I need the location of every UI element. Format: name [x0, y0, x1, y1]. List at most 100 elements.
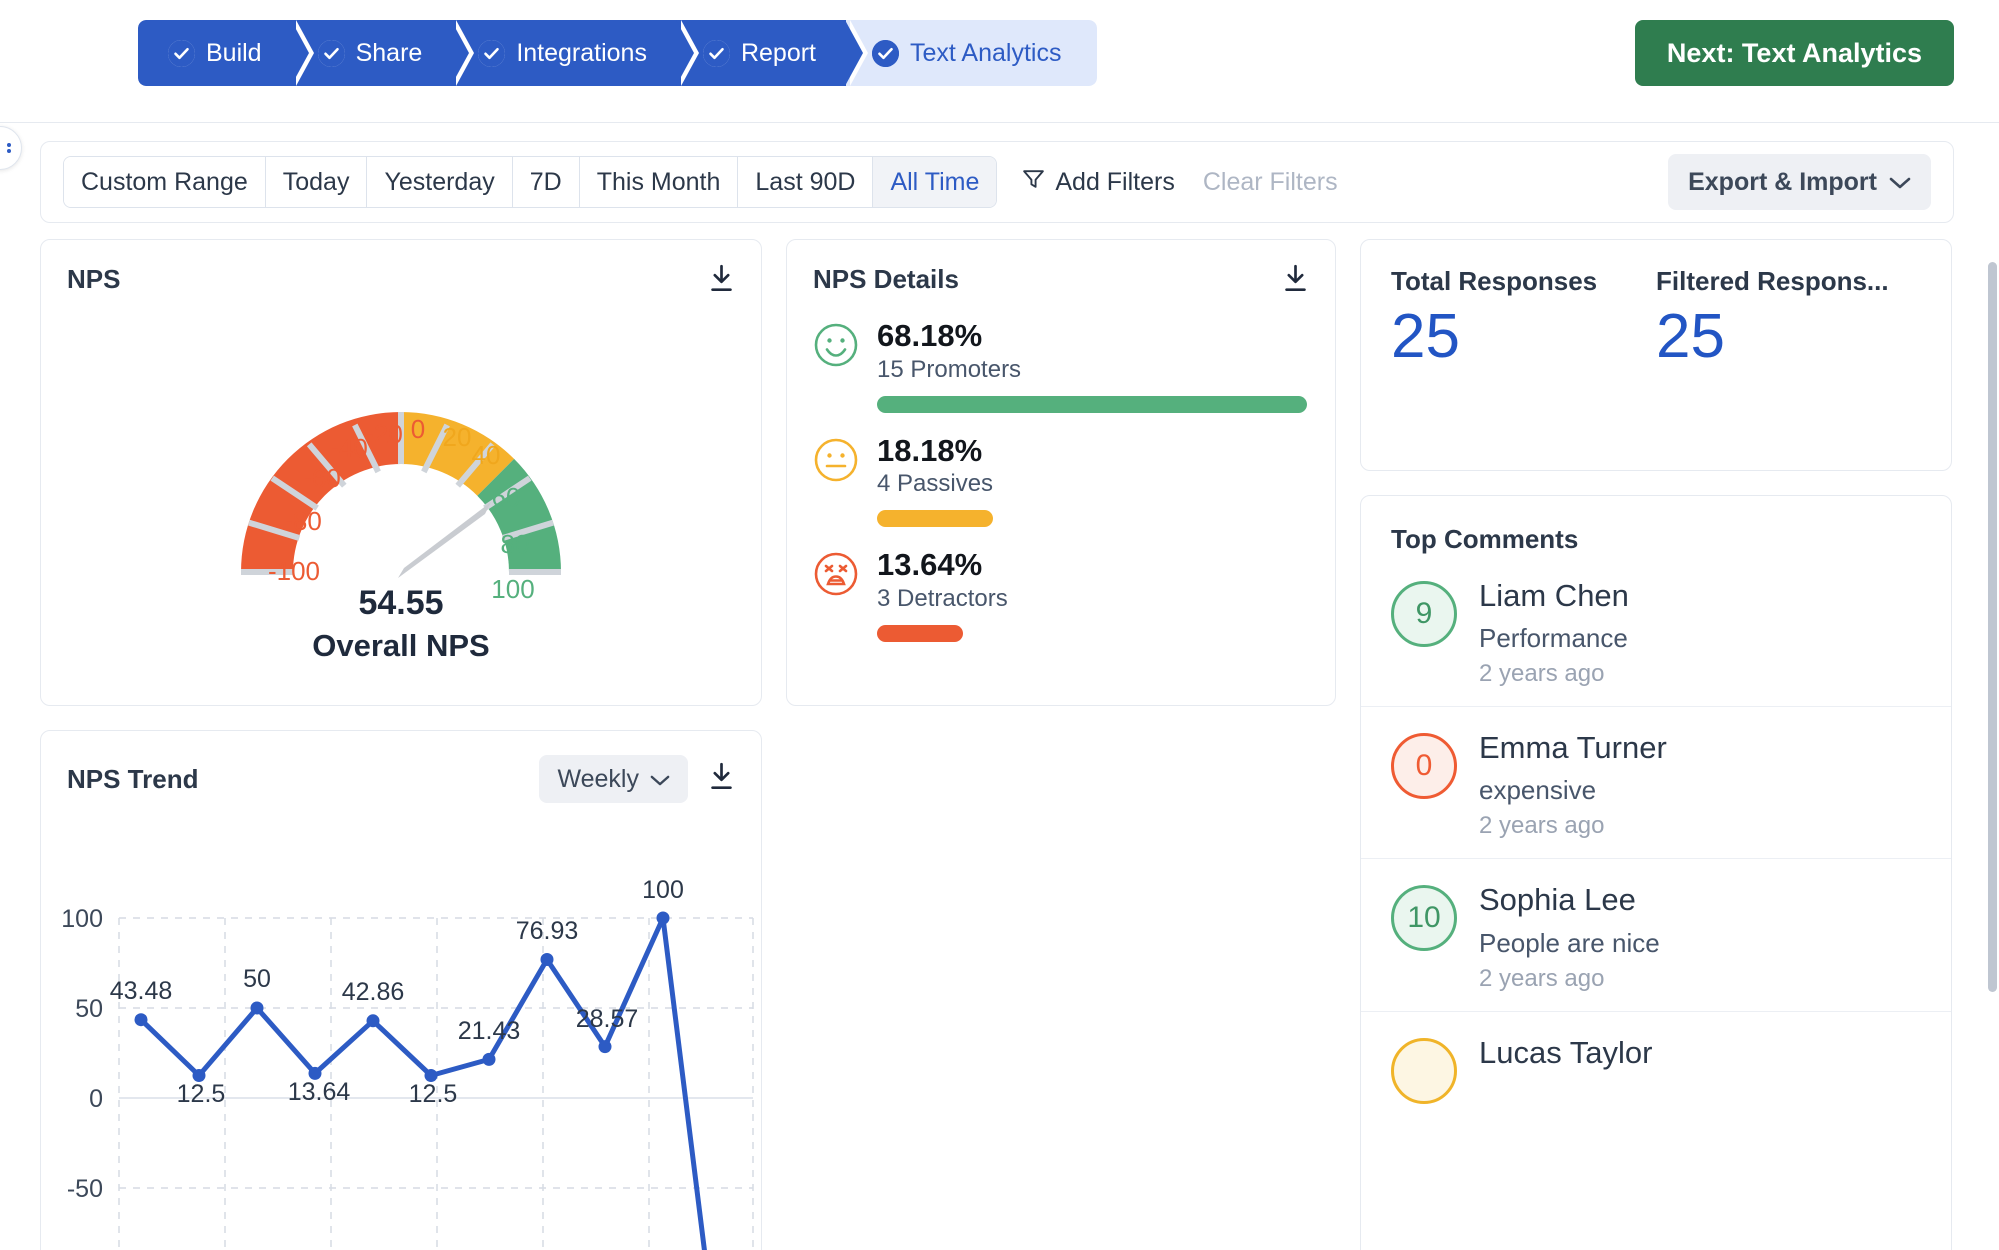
nps-card-title: NPS	[67, 264, 121, 294]
dashboard-main: NPS -100 -80 -60 -40 -20 0 20 40 60 80 1…	[40, 239, 1954, 1250]
export-import-label: Export & Import	[1688, 167, 1877, 196]
smiley-face-icon	[813, 322, 859, 413]
gauge-caption: Overall NPS	[312, 628, 489, 662]
comment-text: expensive	[1479, 775, 1597, 806]
promoters-count: 15 Promoters	[877, 355, 1022, 383]
wizard-step-label: Text Analytics	[910, 38, 1062, 67]
funnel-icon	[1021, 166, 1046, 198]
detractors-bar	[877, 624, 1307, 642]
gauge-tick--80: -80	[284, 506, 322, 536]
check-circle-icon	[478, 39, 506, 67]
page-scrollbar[interactable]	[1985, 0, 1999, 1250]
wizard-step-build[interactable]: Build	[138, 20, 314, 86]
wizard-step-integrations[interactable]: Integrations	[452, 20, 699, 86]
check-circle-icon	[702, 39, 730, 67]
nps-details-title: NPS Details	[813, 264, 959, 294]
drag-dots-icon	[0, 141, 11, 155]
passives-bar	[877, 510, 1307, 528]
detractors-count: 3 Detractors	[877, 584, 1008, 612]
clear-filters-button[interactable]: Clear Filters	[1203, 168, 1338, 197]
gauge-tick-60: 60	[492, 482, 521, 512]
nps-gauge-card: NPS -100 -80 -60 -40 -20 0 20 40 60 80 1…	[40, 239, 762, 706]
middle-column: NPS Details 68.18% 15 Promoters 18.18% 4…	[786, 239, 1336, 706]
y-tick--50: -50	[67, 1175, 103, 1203]
chevron-down-icon	[650, 765, 670, 794]
add-filters-button[interactable]: Add Filters	[1021, 166, 1175, 198]
list-item[interactable]: Lucas Taylor	[1361, 1010, 1951, 1122]
top-comments-card: Top Comments 9 Liam Chen Performance 2 y…	[1360, 495, 1952, 1250]
gauge-tick-100: 100	[491, 574, 534, 604]
range-last-90d[interactable]: Last 90D	[738, 157, 874, 207]
scrollbar-thumb[interactable]	[1988, 262, 1997, 992]
total-responses-block: Total Responses 25	[1391, 266, 1656, 470]
trend-card-title: NPS Trend	[67, 763, 199, 794]
gauge-tick-80: 80	[501, 529, 530, 559]
point-label-9: 100	[642, 876, 684, 904]
y-tick-50: 50	[75, 995, 103, 1023]
wizard-step-report[interactable]: Report	[676, 20, 869, 86]
responses-stat-card: Total Responses 25 Filtered Respons... 2…	[1360, 239, 1952, 471]
promoters-bar	[877, 395, 1307, 413]
detractors-row: 13.64% 3 Detractors	[787, 547, 1335, 642]
download-icon[interactable]	[708, 762, 735, 796]
comment-text: People are nice	[1479, 927, 1660, 958]
wizard-step-text-analytics[interactable]: Text Analytics	[846, 20, 1098, 86]
point-label-5: 12.5	[409, 1080, 458, 1108]
comment-author: Emma Turner	[1479, 730, 1667, 766]
range-all-time[interactable]: All Time	[873, 157, 997, 207]
wizard-steps: Build Share Integrations Report Text Ana…	[138, 20, 1098, 86]
range-custom-range[interactable]: Custom Range	[64, 157, 266, 207]
promoters-row: 68.18% 15 Promoters	[787, 318, 1335, 413]
nps-gauge: -100 -80 -60 -40 -20 0 20 40 60 80 100 5…	[41, 302, 761, 662]
y-tick-100: 100	[61, 905, 103, 933]
total-responses-value: 25	[1391, 302, 1460, 371]
filtered-responses-label: Filtered Respons...	[1656, 266, 1889, 296]
filtered-responses-block: Filtered Respons... 25	[1656, 266, 1921, 470]
range-7d[interactable]: 7D	[512, 157, 580, 207]
list-item[interactable]: 10 Sophia Lee People are nice 2 years ag…	[1361, 858, 1951, 1010]
add-filters-label: Add Filters	[1055, 167, 1175, 196]
download-icon[interactable]	[708, 264, 735, 298]
gauge-tick--40: -40	[330, 433, 368, 463]
sidebar-collapse-handle[interactable]	[0, 126, 22, 170]
point-label-4: 42.86	[342, 978, 405, 1006]
check-circle-icon	[317, 39, 345, 67]
wizard-step-label: Build	[206, 38, 262, 67]
wizard-step-share[interactable]: Share	[291, 20, 474, 86]
gauge-tick-40: 40	[472, 440, 501, 470]
gauge-tick-20: 20	[443, 422, 472, 452]
distressed-face-icon	[813, 551, 859, 642]
range-this-month[interactable]: This Month	[579, 157, 739, 207]
comment-score-badge: 9	[1391, 581, 1457, 647]
gauge-needle	[398, 502, 491, 578]
date-range-group: Custom Range Today Yesterday 7D This Mon…	[63, 156, 998, 208]
gauge-tick--20: -20	[365, 419, 403, 449]
chevron-down-icon	[1889, 168, 1911, 197]
wizard-step-label: Share	[355, 38, 423, 67]
filtered-responses-value: 25	[1656, 302, 1725, 371]
passives-percent: 18.18%	[877, 432, 983, 468]
point-label-2: 50	[243, 965, 271, 993]
granularity-label: Weekly	[557, 764, 639, 793]
point-label-7: 76.93	[516, 917, 579, 945]
range-today[interactable]: Today	[265, 157, 368, 207]
neutral-face-icon	[813, 437, 859, 528]
passives-count: 4 Passives	[877, 470, 994, 498]
comment-text: Performance	[1479, 623, 1628, 654]
next-text-analytics-button[interactable]: Next: Text Analytics	[1634, 20, 1954, 86]
point-label-1: 12.5	[177, 1080, 226, 1108]
list-item[interactable]: 0 Emma Turner expensive 2 years ago	[1361, 706, 1951, 858]
point-label-6: 21.43	[458, 1017, 521, 1045]
wizard-step-label: Integrations	[516, 38, 647, 67]
range-yesterday[interactable]: Yesterday	[367, 157, 513, 207]
gauge-tick--100: -100	[268, 556, 320, 586]
granularity-select[interactable]: Weekly	[539, 755, 688, 803]
comment-score-badge	[1391, 1037, 1457, 1104]
export-import-button[interactable]: Export & Import	[1668, 154, 1931, 210]
filter-toolbar: Custom Range Today Yesterday 7D This Mon…	[40, 141, 1954, 223]
download-icon[interactable]	[1282, 264, 1309, 298]
list-item[interactable]: 9 Liam Chen Performance 2 years ago	[1361, 555, 1951, 706]
gauge-value: 54.55	[358, 584, 443, 622]
point-label-8: 28.57	[576, 1005, 639, 1033]
comment-timestamp: 2 years ago	[1479, 964, 1605, 992]
